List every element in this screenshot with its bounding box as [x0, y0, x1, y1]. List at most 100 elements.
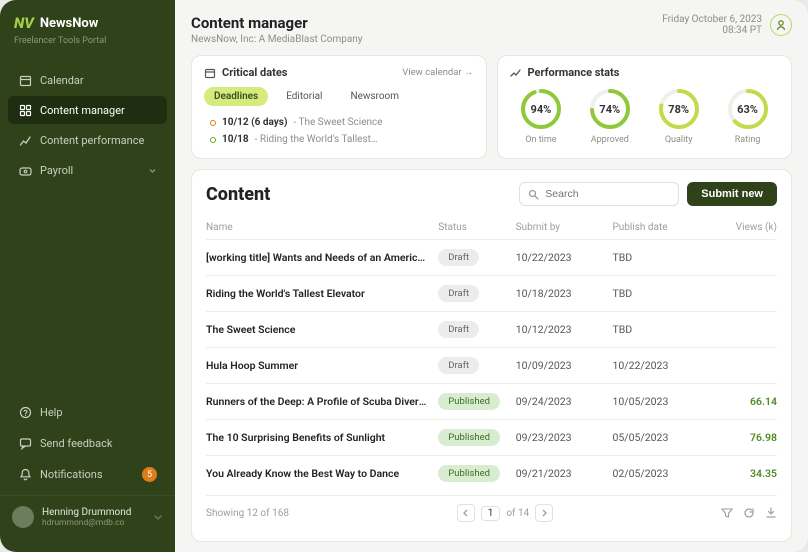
- table-row[interactable]: Hula Hoop SummerDraft10/09/202310/22/202…: [206, 347, 777, 383]
- profile-button[interactable]: [770, 14, 792, 36]
- row-status: Draft: [438, 285, 515, 302]
- filter-icon[interactable]: [721, 507, 733, 519]
- row-status: Draft: [438, 249, 515, 266]
- sidebar-item-help[interactable]: Help: [8, 398, 167, 426]
- col-views: Views (k): [709, 222, 777, 233]
- row-name: The 10 Surprising Benefits of Sunlight: [206, 431, 438, 444]
- search-icon: [528, 189, 539, 200]
- stat-label: Quality: [665, 135, 693, 145]
- secondary-nav: Help Send feedback Notifications5: [0, 398, 175, 489]
- row-name: [working title] Wants and Needs of an Am…: [206, 251, 438, 264]
- page-title: Content manager: [191, 14, 363, 32]
- row-name: The Sweet Science: [206, 323, 438, 336]
- status-dot-icon: [210, 120, 216, 126]
- trend-icon: [510, 67, 522, 79]
- view-calendar-link[interactable]: View calendar →: [402, 67, 473, 78]
- row-status: Draft: [438, 321, 515, 338]
- row-status: Published: [438, 429, 515, 446]
- row-publish-date: 10/22/2023: [612, 359, 709, 372]
- sidebar-item-notifications[interactable]: Notifications5: [8, 460, 167, 489]
- sidebar-item-send-feedback[interactable]: Send feedback: [8, 429, 167, 457]
- content-panel: Content Submit new Name Status Submit by: [191, 169, 792, 542]
- calendar-icon: [204, 67, 216, 79]
- tab-newsroom[interactable]: Newsroom: [340, 87, 409, 106]
- status-badge: Draft: [438, 357, 479, 374]
- brand-subtitle: Freelancer Tools Portal: [0, 36, 175, 66]
- status-badge: Draft: [438, 321, 479, 338]
- user-email: hdrummond@mdb.co: [42, 518, 131, 528]
- stat-label: Approved: [591, 135, 629, 145]
- bell-icon: [18, 468, 32, 482]
- row-publish-date: 10/05/2023: [612, 395, 709, 408]
- stats-row: 94%On time74%Approved78%Quality63%Rating: [510, 87, 780, 145]
- table-row[interactable]: The 10 Surprising Benefits of SunlightPu…: [206, 419, 777, 455]
- content-table: Name Status Submit by Publish date Views…: [206, 216, 777, 491]
- critical-dates-card: Critical dates View calendar → Deadlines…: [191, 55, 487, 159]
- table-row[interactable]: You Already Know the Best Way to DancePu…: [206, 455, 777, 491]
- stat-value: 94%: [519, 87, 563, 131]
- submit-new-button[interactable]: Submit new: [687, 182, 777, 206]
- critical-date-item[interactable]: 10/12 (6 days) - The Sweet Science: [204, 114, 474, 131]
- feedback-icon: [18, 436, 32, 450]
- status-badge: Draft: [438, 249, 479, 266]
- row-status: Draft: [438, 357, 515, 374]
- page-prev-button[interactable]: [457, 504, 475, 522]
- row-views: 34.35: [709, 467, 777, 480]
- row-submit-date: 10/18/2023: [516, 287, 613, 300]
- row-views: 66.14: [709, 395, 777, 408]
- row-submit-date: 10/22/2023: [516, 251, 613, 264]
- help-icon: [18, 405, 32, 419]
- pagination: 1 of 14: [457, 504, 554, 522]
- main-content: Content manager NewsNow, Inc: A MediaBla…: [175, 0, 808, 552]
- user-menu[interactable]: Henning Drummond hdrummond@mdb.co: [0, 495, 175, 538]
- sidebar-item-content-performance[interactable]: Content performance: [8, 126, 167, 154]
- critical-date-title: - The Sweet Science: [293, 117, 382, 128]
- stat-value: 74%: [588, 87, 632, 131]
- critical-tabs: Deadlines Editorial Newsroom: [204, 87, 474, 106]
- sidebar-item-calendar[interactable]: Calendar: [8, 66, 167, 94]
- row-name: You Already Know the Best Way to Dance: [206, 467, 438, 480]
- stat-label: On time: [525, 135, 556, 145]
- row-status: Published: [438, 393, 515, 410]
- sidebar-item-payroll[interactable]: Payroll: [8, 156, 167, 184]
- row-submit-date: 10/12/2023: [516, 323, 613, 336]
- col-publish: Publish date: [612, 222, 709, 233]
- showing-text: Showing 12 of 168: [206, 508, 289, 519]
- sidebar-item-content-manager[interactable]: Content manager: [8, 96, 167, 124]
- sidebar-item-label: Content performance: [40, 134, 144, 147]
- row-publish-date: TBD: [612, 287, 709, 300]
- stat-quality: 78% Quality: [657, 87, 701, 145]
- stat-value: 78%: [657, 87, 701, 131]
- row-publish-date: 02/05/2023: [612, 467, 709, 480]
- row-status: Published: [438, 465, 515, 482]
- sidebar-item-label: Send feedback: [40, 437, 112, 450]
- tab-editorial[interactable]: Editorial: [276, 87, 332, 106]
- table-row[interactable]: Runners of the Deep: A Profile of Scuba …: [206, 383, 777, 419]
- search-input[interactable]: [545, 188, 670, 200]
- table-row[interactable]: Riding the World's Tallest ElevatorDraft…: [206, 275, 777, 311]
- col-status: Status: [438, 222, 515, 233]
- sidebar-item-label: Notifications: [40, 468, 103, 481]
- row-publish-date: TBD: [612, 251, 709, 264]
- stat-approved: 74% Approved: [588, 87, 632, 145]
- row-submit-date: 09/24/2023: [516, 395, 613, 408]
- search-box[interactable]: [519, 182, 679, 206]
- refresh-icon[interactable]: [743, 507, 755, 519]
- critical-items: 10/12 (6 days) - The Sweet Science10/18 …: [204, 114, 474, 148]
- critical-dates-title: Critical dates: [222, 66, 287, 79]
- row-name: Runners of the Deep: A Profile of Scuba …: [206, 395, 438, 408]
- progress-ring: 94%: [519, 87, 563, 131]
- row-name: Riding the World's Tallest Elevator: [206, 287, 438, 300]
- critical-date-item[interactable]: 10/18 - Riding the World's Tallest…: [204, 131, 474, 148]
- stat-on-time: 94% On time: [519, 87, 563, 145]
- brand: NV NewsNow: [0, 14, 175, 36]
- table-row[interactable]: The Sweet ScienceDraft10/12/2023TBD: [206, 311, 777, 347]
- tab-deadlines[interactable]: Deadlines: [204, 87, 268, 106]
- status-dot-icon: [210, 137, 216, 143]
- chevron-down-icon: [148, 166, 157, 175]
- page-next-button[interactable]: [535, 504, 553, 522]
- row-name: Hula Hoop Summer: [206, 359, 438, 372]
- download-icon[interactable]: [765, 507, 777, 519]
- critical-date: 10/18: [222, 134, 249, 145]
- table-row[interactable]: [working title] Wants and Needs of an Am…: [206, 239, 777, 275]
